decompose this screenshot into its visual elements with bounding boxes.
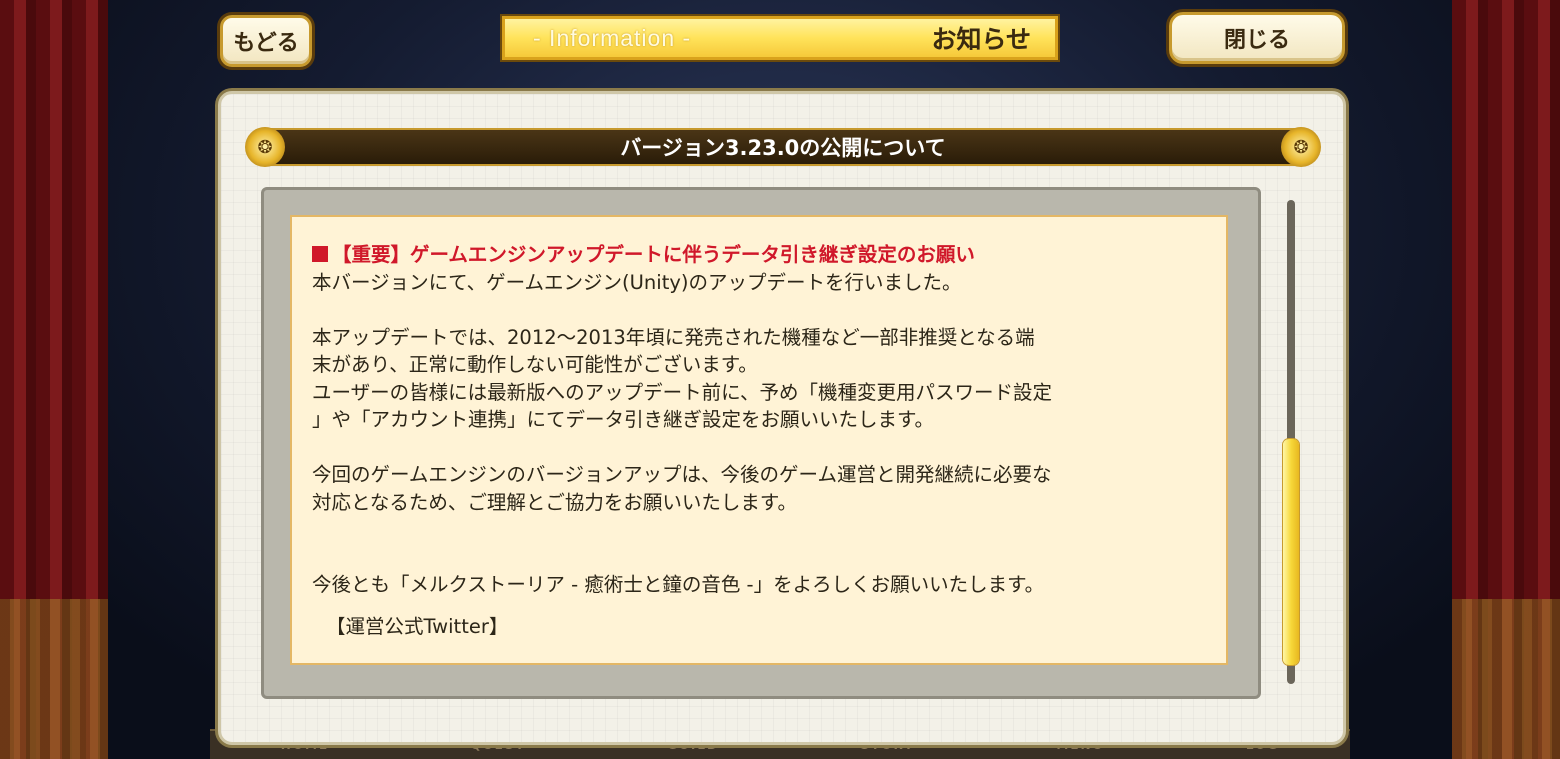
scrollbar-track[interactable]	[1283, 200, 1299, 684]
notice-body[interactable]: 【重要】ゲームエンジンアップデートに伴うデータ引き継ぎ設定のお願い 本バージョン…	[290, 215, 1228, 665]
body-line: 」や「アカウント連携」にてデータ引き継ぎ設定をお願いいたします。	[312, 408, 935, 431]
close-button-label: 閉じる	[1223, 28, 1290, 53]
back-button-label: もどる	[233, 31, 299, 56]
page-title: お知らせ	[931, 25, 1031, 54]
gold-swirl-icon: ❂	[245, 127, 285, 167]
important-heading-text: 【重要】ゲームエンジンアップデートに伴うデータ引き継ぎ設定のお願い	[332, 243, 975, 266]
notice-title: バージョン3.23.0の公開について	[620, 136, 946, 160]
page-title-english: - Information -	[533, 24, 692, 51]
back-button[interactable]: もどる	[220, 15, 312, 67]
important-heading: 【重要】ゲームエンジンアップデートに伴うデータ引き継ぎ設定のお願い	[312, 241, 1206, 269]
body-line: 今回のゲームエンジンのバージョンアップは、今後のゲーム運営と開発継続に必要な	[312, 463, 1052, 486]
content-frame: 【重要】ゲームエンジンアップデートに伴うデータ引き継ぎ設定のお願い 本バージョン…	[261, 187, 1261, 699]
body-line: 本バージョンにて、ゲームエンジン(Unity)のアップデートを行いました。	[312, 270, 962, 294]
scrollbar-thumb[interactable]	[1283, 439, 1299, 665]
close-button[interactable]: 閉じる	[1169, 12, 1345, 64]
twitter-label: 【運営公式Twitter】	[326, 614, 509, 638]
body-line: 今後とも「メルクストーリア - 癒術士と鐘の音色 -」をよろしくお願いいたします…	[312, 573, 1045, 596]
notice-panel: ❂ バージョン3.23.0の公開について ❂ 【重要】ゲームエンジンアップデート…	[218, 91, 1346, 745]
body-line: ユーザーの皆様には最新版へのアップデート前に、予め「機種変更用パスワード設定	[312, 380, 1053, 404]
red-square-icon	[312, 246, 328, 262]
left-curtain	[0, 0, 108, 759]
body-line: 本アップデートでは、2012～2013年頃に発売された機種など一部非推奨となる端	[312, 325, 1035, 349]
body-line: 対応となるため、ご理解とご協力をお願いいたします。	[312, 490, 797, 514]
right-curtain	[1452, 0, 1560, 759]
notice-header: ❂ バージョン3.23.0の公開について ❂	[245, 127, 1321, 167]
body-line: 末があり、正常に動作しない可能性がございます。	[312, 353, 758, 376]
page-title-banner: - Information - お知らせ	[502, 16, 1058, 60]
gold-swirl-icon: ❂	[1281, 127, 1321, 167]
